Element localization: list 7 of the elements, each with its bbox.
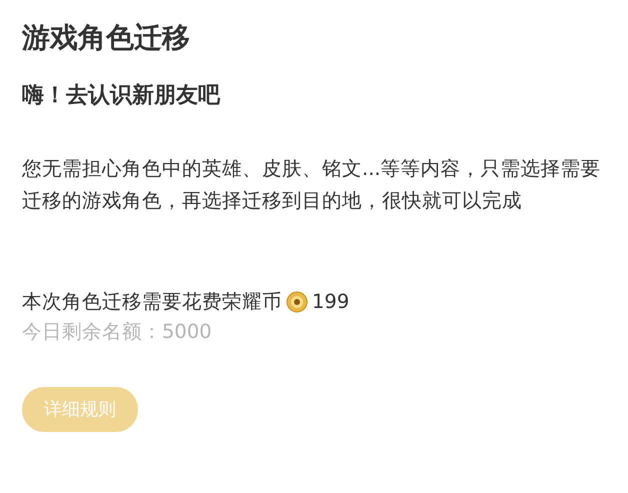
- subtitle: 嗨！去认识新朋友吧: [22, 82, 222, 110]
- cost-amount: 199: [312, 288, 350, 315]
- cost-label: 本次角色迁移需要花费荣耀币: [22, 288, 282, 315]
- quota-text: 今日剩余名额：5000: [22, 318, 213, 345]
- coin-icon: [286, 290, 308, 313]
- page-title: 游戏角色迁移: [22, 20, 191, 56]
- description-text: 您无需担心角色中的英雄、皮肤、铭文...等等内容，只需选择需要迁移的游戏角色，再选择迁移到目的地，很快就可以完成: [22, 156, 602, 214]
